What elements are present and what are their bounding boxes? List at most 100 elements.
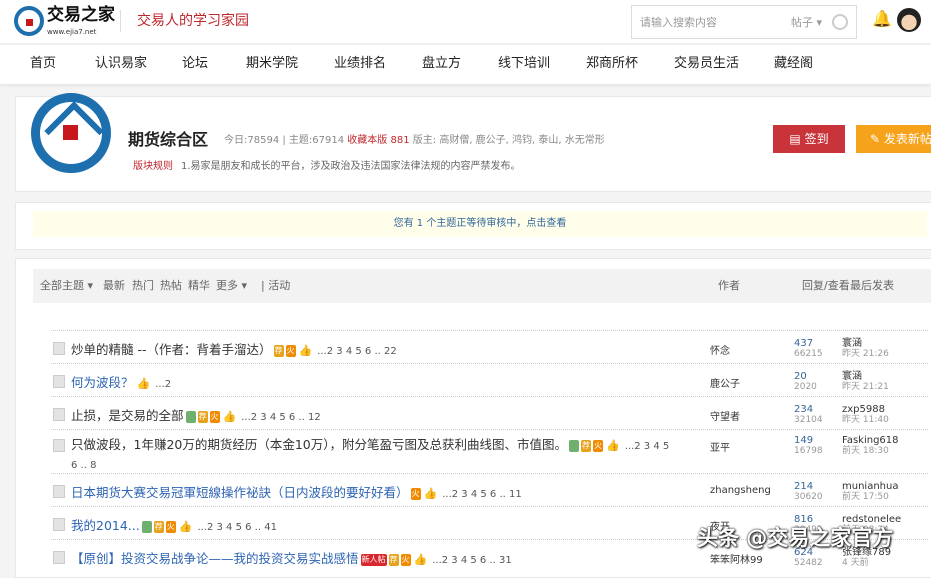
reply-count: 149 xyxy=(794,435,814,446)
nav-item[interactable]: 交易员生活 xyxy=(674,45,774,84)
thread-author[interactable]: zhangsheng xyxy=(710,485,771,496)
site-logo[interactable]: 交易之家 www.ejia7.net xyxy=(14,6,115,36)
thread-author[interactable]: 守望者 xyxy=(710,408,740,423)
thread-pages[interactable]: ...2 xyxy=(155,379,171,390)
col-reply-view: 回复/查看 xyxy=(802,279,850,292)
filter-all[interactable]: 全部主题 ▾ xyxy=(40,269,93,303)
last-post-time[interactable]: 4 天前 xyxy=(842,558,891,569)
new-post-label: 发表新帖 xyxy=(883,132,931,146)
favorite-count: 881 xyxy=(390,135,410,146)
sign-in-button[interactable]: ▤ 签到 xyxy=(773,125,845,153)
thread-title[interactable]: 何为波段？ xyxy=(71,375,134,390)
thread-row: 炒单的精髓 --（作者：背着手溜达）荐火 👍 ...2 3 4 5 6 .. 22 … xyxy=(51,330,928,363)
last-post-time[interactable]: 前天 18:30 xyxy=(842,446,899,457)
moderators: 版主: 高财僧, 鹿公子, 鸿钧, 泰山, 水无常形 xyxy=(412,135,605,146)
nav-item[interactable]: 论坛 xyxy=(182,45,246,84)
filter-more[interactable]: 更多 ▾ xyxy=(216,269,247,303)
thread-pages[interactable]: ...2 3 4 5 6 .. 12 xyxy=(241,412,321,423)
thread-title[interactable]: 日本期货大赛交易冠軍短線操作祕訣（日内波段的要好好看） xyxy=(71,485,409,500)
view-count: 16798 xyxy=(794,446,823,456)
hot-badge: 火 xyxy=(285,344,296,357)
filter-digest[interactable]: 精华 xyxy=(188,269,210,303)
thread-row: 何为波段？ 👍 ...2 鹿公子 20 2020 寰涵 昨天 21:21 xyxy=(51,363,928,396)
avatar[interactable] xyxy=(897,8,921,32)
thread-title[interactable]: 我的2014... xyxy=(71,518,140,533)
thread-author[interactable]: 鹿公子 xyxy=(710,375,740,390)
thread-pages[interactable]: ...2 3 4 5 6 .. 11 xyxy=(442,489,522,500)
favorite-link[interactable]: 收藏本版 xyxy=(347,135,387,146)
thread-title[interactable]: 【原创】投资交易战争论——我的投资交易实战感悟 xyxy=(71,551,359,566)
rules-label[interactable]: 版块规则 xyxy=(133,161,173,172)
thread-row: 只做波段，1年赚20万的期货经历（本金10万），附分笔盈亏图及总获利曲线图、市值… xyxy=(51,429,928,473)
hot-badge: 火 xyxy=(209,410,220,423)
recommend-badge: 荐 xyxy=(197,410,208,423)
thread-title[interactable]: 只做波段，1年赚20万的期货经历（本金10万），附分笔盈亏图及总获利曲线图、市值… xyxy=(71,437,567,452)
thread-file-icon xyxy=(53,342,65,355)
search-icon[interactable] xyxy=(832,14,848,30)
nav-item[interactable]: 期米学院 xyxy=(246,45,334,84)
topic-count: | 主题:67914 xyxy=(282,135,345,146)
nav-item[interactable]: 藏经阁 xyxy=(774,45,813,84)
last-poster[interactable]: munianhua xyxy=(842,481,898,492)
last-post-time[interactable]: 昨天 21:26 xyxy=(842,349,889,360)
last-poster[interactable]: 寰涵 xyxy=(842,371,889,382)
last-post-time[interactable]: 前天 17:50 xyxy=(842,492,898,503)
bell-icon[interactable]: 🔔 xyxy=(872,9,892,28)
thread-pages[interactable]: ...2 3 4 5 6 .. 41 xyxy=(197,522,277,533)
last-poster[interactable]: Fasking618 xyxy=(842,435,899,446)
filter-hotpost[interactable]: 热帖 xyxy=(160,269,182,303)
image-attachment-icon xyxy=(569,439,580,452)
last-poster[interactable]: zxp5988 xyxy=(842,404,889,415)
forum-stats: 今日:78594 | 主题:67914 收藏本版 881 版主: 高财僧, 鹿公… xyxy=(224,131,605,146)
thumb-up-icon: 👍 xyxy=(136,376,151,390)
forum-logo-icon xyxy=(31,93,111,173)
filter-latest[interactable]: 最新 xyxy=(103,269,125,303)
thread-file-icon xyxy=(53,518,65,531)
reply-count: 214 xyxy=(794,481,814,492)
pending-notice[interactable]: 您有 1 个主题正等待审核中，点击查看 xyxy=(33,211,927,237)
filter-hot[interactable]: 热门 xyxy=(132,269,154,303)
thread-row: 日本期货大赛交易冠軍短線操作祕訣（日内波段的要好好看）火 👍 ...2 3 4 5 … xyxy=(51,473,928,506)
last-post-time[interactable]: 昨天 21:21 xyxy=(842,382,889,393)
thread-author[interactable]: 亚平 xyxy=(710,439,730,454)
nav-item[interactable]: 盘立方 xyxy=(422,45,498,84)
top-bar: 交易之家 www.ejia7.net 交易人的学习家园 请输入搜索内容 帖子 ▾ … xyxy=(0,0,931,44)
col-last-post: 最后发表 xyxy=(850,279,894,292)
thread-author[interactable]: 笨笨阿林99 xyxy=(710,551,763,566)
filter-activity[interactable]: | 活动 xyxy=(261,269,290,303)
nav-item[interactable]: 线下培训 xyxy=(498,45,586,84)
search-box[interactable]: 请输入搜索内容 帖子 ▾ xyxy=(631,5,857,39)
hot-badge: 火 xyxy=(593,439,604,452)
search-type-select[interactable]: 帖子 ▾ xyxy=(791,14,822,30)
thread-title[interactable]: 炒单的精髓 --（作者：背着手溜达） xyxy=(71,342,272,357)
new-user-badge: 新人帖 xyxy=(360,553,387,566)
hot-badge: 火 xyxy=(410,487,421,500)
image-attachment-icon xyxy=(141,520,152,533)
search-input[interactable]: 请输入搜索内容 xyxy=(640,14,791,30)
watermark: 头条 @交易之家官方 xyxy=(697,526,894,550)
recommend-badge: 荐 xyxy=(153,520,164,533)
today-count: 今日:78594 xyxy=(224,135,280,146)
reply-count: 437 xyxy=(794,338,814,349)
notice-panel: 您有 1 个主题正等待审核中，点击查看 xyxy=(15,202,931,250)
new-post-button[interactable]: ✎ 发表新帖 xyxy=(856,125,931,153)
thread-title[interactable]: 止损，是交易的全部 xyxy=(71,408,184,423)
view-count: 66215 xyxy=(794,349,823,359)
thread-author[interactable]: 怀念 xyxy=(710,342,730,357)
thumb-up-icon: 👍 xyxy=(222,409,237,423)
last-post-time[interactable]: 昨天 11:40 xyxy=(842,415,889,426)
recommend-badge: 荐 xyxy=(388,553,399,566)
thumb-up-icon: 👍 xyxy=(178,519,193,533)
last-poster[interactable]: 寰涵 xyxy=(842,338,889,349)
forum-header: 期货综合区 今日:78594 | 主题:67914 收藏本版 881 版主: 高… xyxy=(15,93,931,192)
nav-item[interactable]: 郑商所杯 xyxy=(586,45,674,84)
thread-pages[interactable]: ...2 3 4 5 6 .. 31 xyxy=(432,555,512,566)
nav-item[interactable]: 认识易家 xyxy=(95,45,182,84)
nav-item[interactable]: 首页 xyxy=(30,45,95,84)
logo-house-icon xyxy=(14,6,44,36)
thread-pages[interactable]: ...2 3 4 5 6 .. 22 xyxy=(317,346,397,357)
hot-badge: 火 xyxy=(165,520,176,533)
reply-count: 234 xyxy=(794,404,814,415)
thumb-up-icon: 👍 xyxy=(298,343,313,357)
nav-item[interactable]: 业绩排名 xyxy=(334,45,422,84)
